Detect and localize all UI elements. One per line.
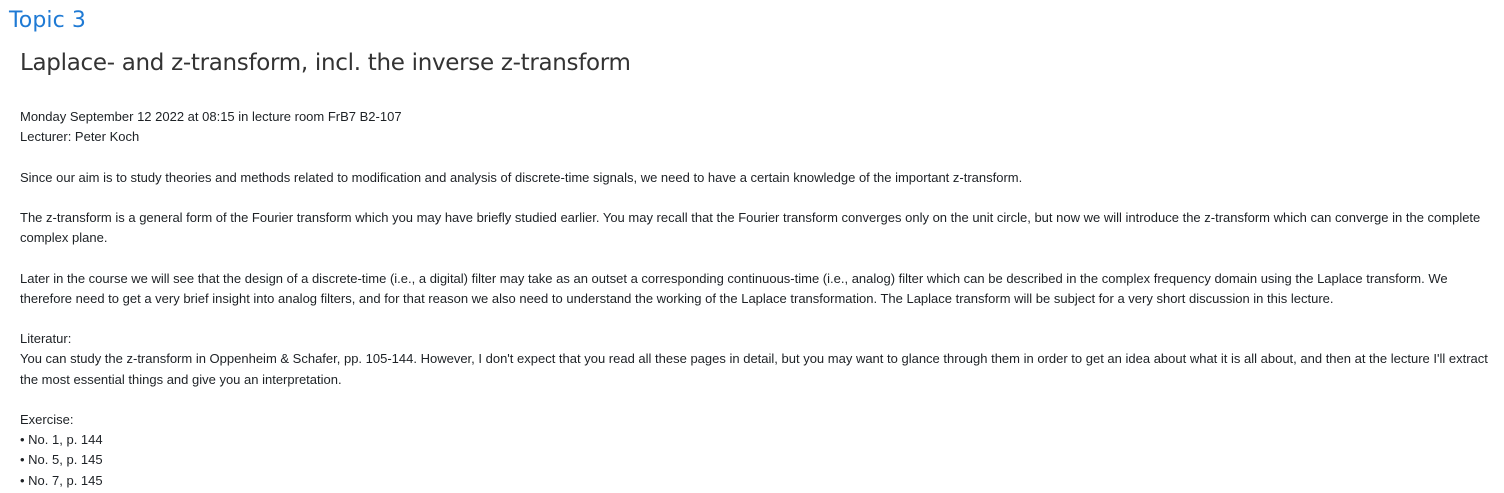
section-heading: Laplace- and z-transform, incl. the inve… — [20, 50, 631, 76]
lecturer: Lecturer: Peter Koch — [20, 129, 140, 145]
exercise-item: No. 7, p. 145 — [20, 471, 1502, 491]
literature-block: Literatur: You can study the z-transform… — [20, 329, 1502, 390]
laplace-paragraph: Later in the course we will see that the… — [20, 270, 1448, 306]
topic-title[interactable]: Topic 3 — [9, 6, 86, 36]
section-description: Monday September 12 2022 at 08:15 in lec… — [20, 107, 1502, 491]
literature-label: Literatur: — [20, 331, 72, 347]
schedule-block: Monday September 12 2022 at 08:15 in lec… — [20, 107, 1502, 147]
exercise-item: No. 1, p. 144 — [20, 430, 1502, 450]
exercise-block: Exercise: No. 1, p. 144 No. 5, p. 145 No… — [20, 410, 1502, 491]
exercise-label: Exercise: — [20, 411, 74, 427]
literature-text: You can study the z-transform in Oppenhe… — [20, 351, 1488, 387]
topic-content: Laplace- and z-transform, incl. the inve… — [20, 46, 1502, 491]
lecture-schedule: Monday September 12 2022 at 08:15 in lec… — [20, 109, 402, 124]
fourier-paragraph: The z-transform is a general form of the… — [20, 209, 1481, 246]
intro-paragraph: Since our aim is to study theories and m… — [20, 169, 1023, 185]
exercise-item: No. 5, p. 145 — [20, 450, 1502, 470]
